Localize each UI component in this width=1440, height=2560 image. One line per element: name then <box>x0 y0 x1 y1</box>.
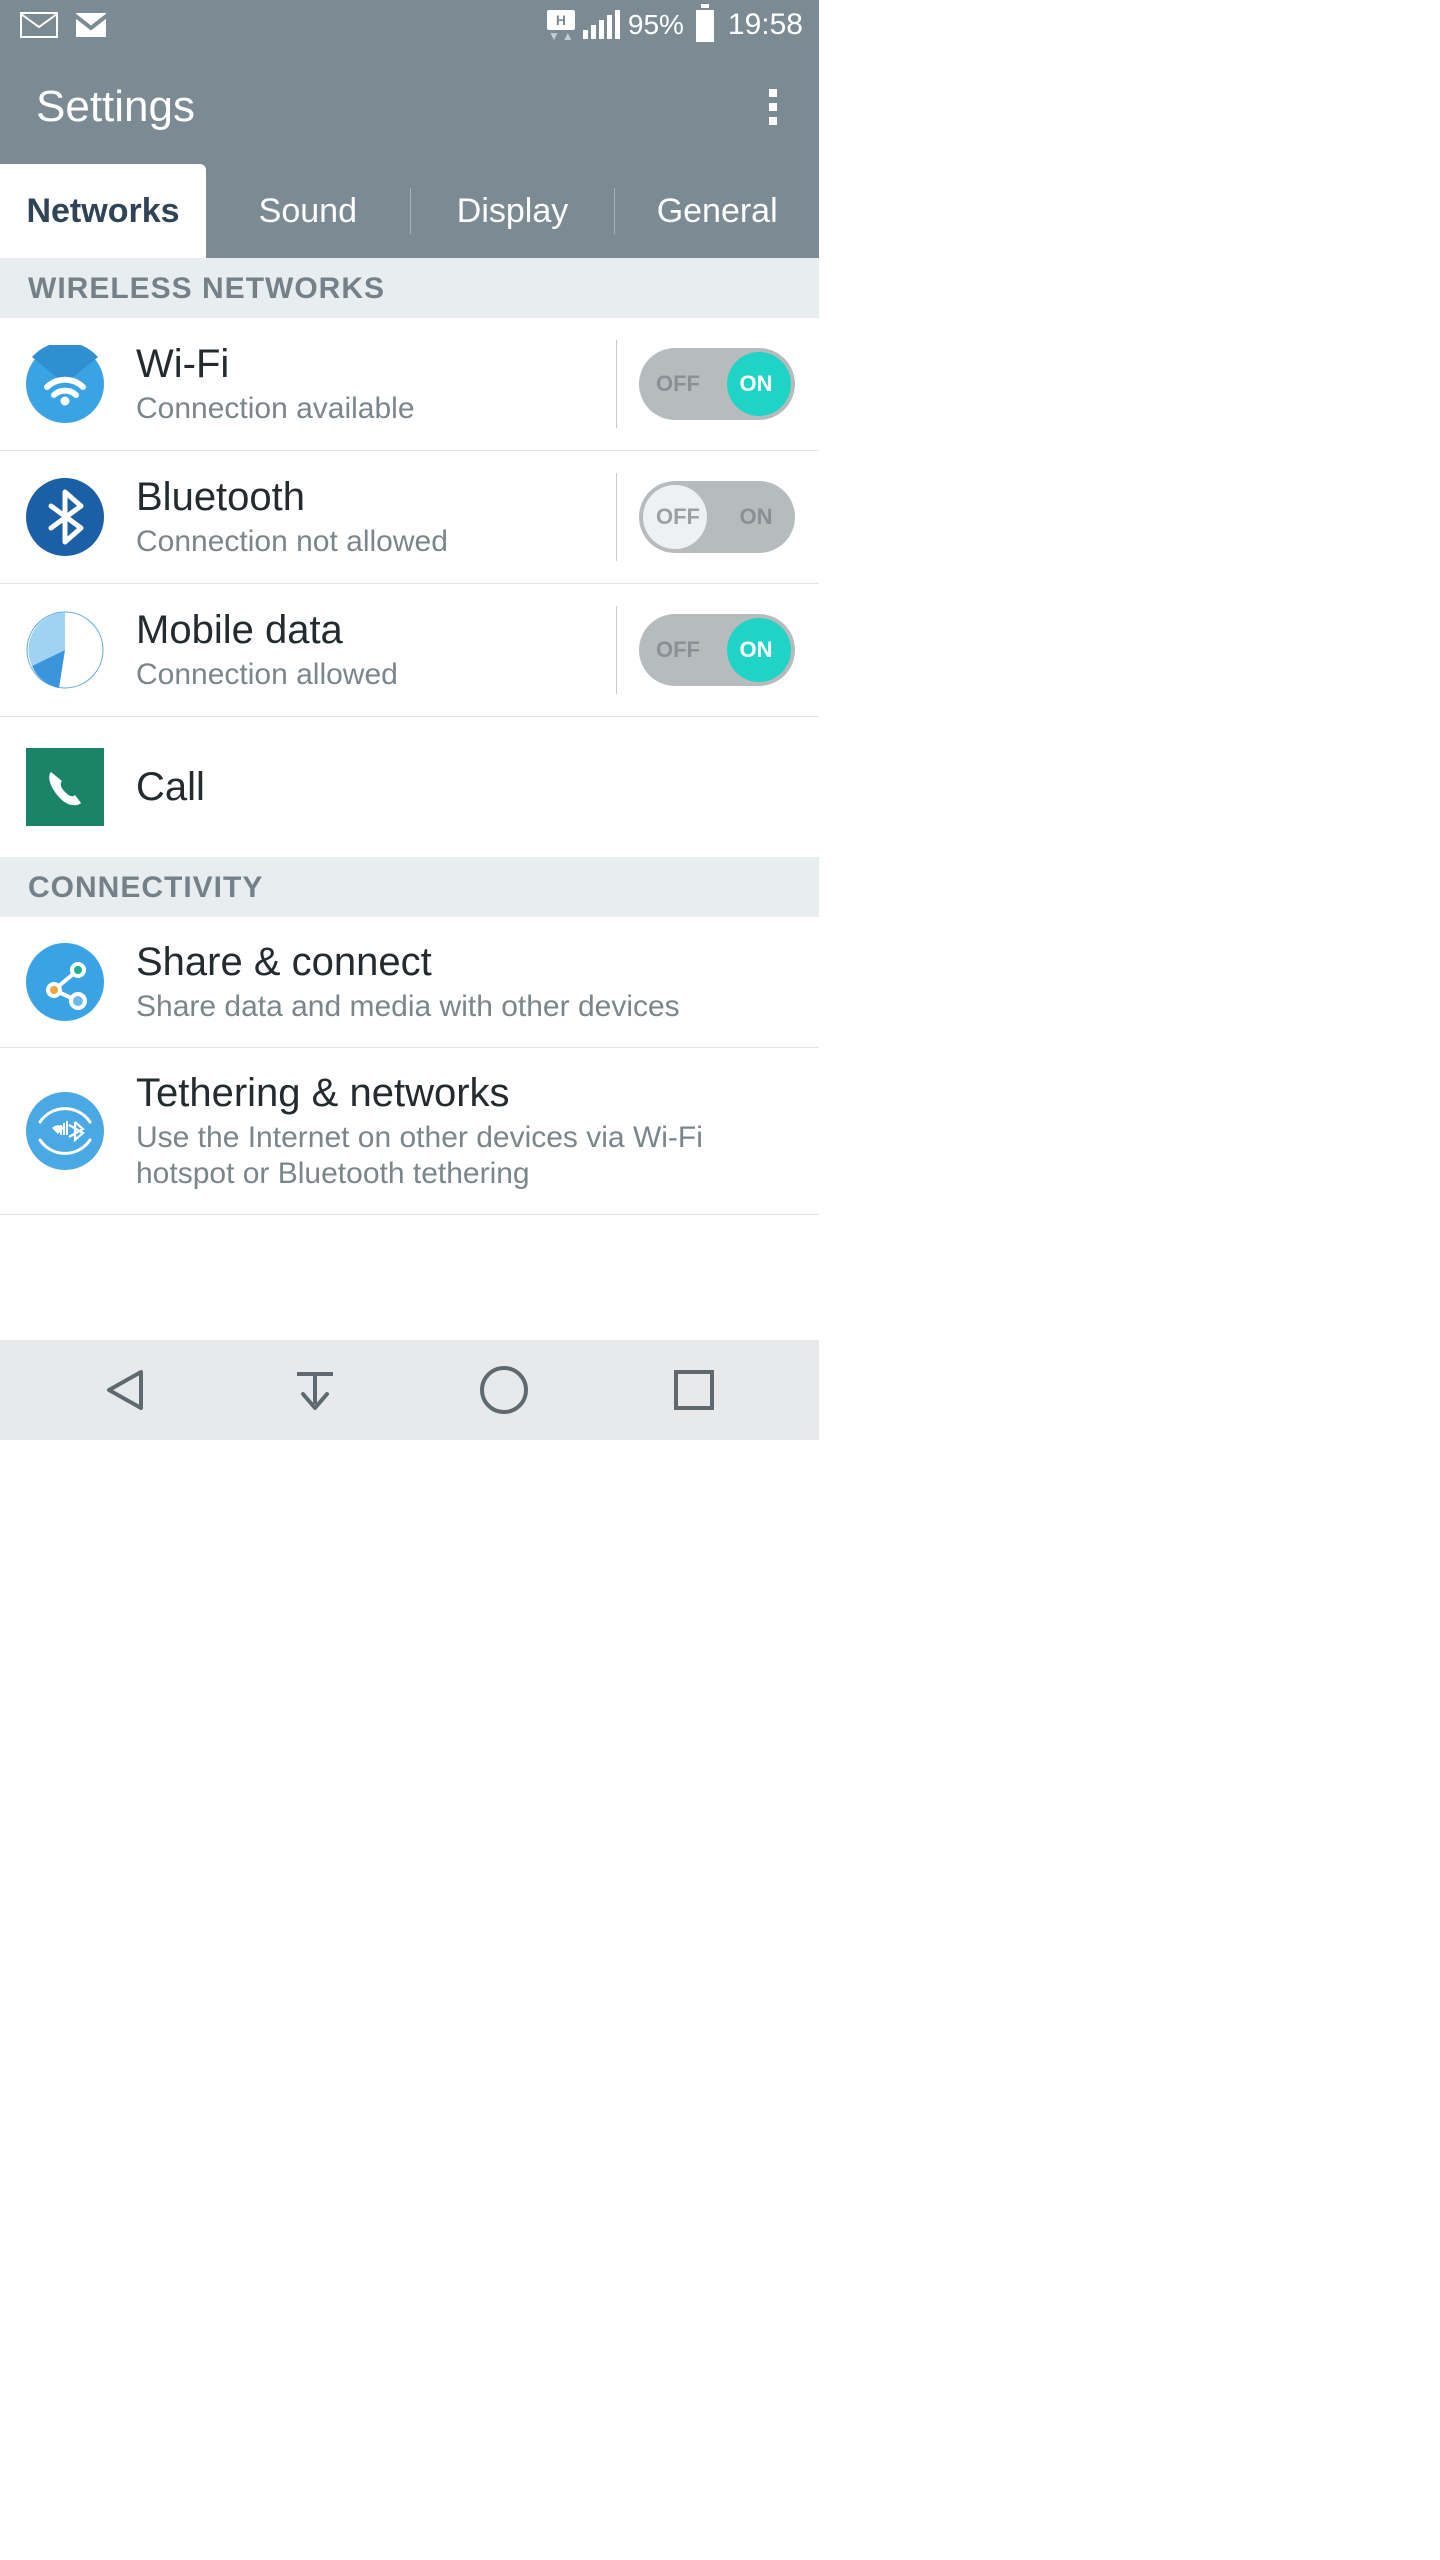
row-subtitle: Connection available <box>136 391 608 427</box>
row-subtitle: Connection allowed <box>136 657 608 693</box>
row-title: Share & connect <box>136 939 795 985</box>
mobile-data-toggle[interactable]: OFF ON <box>639 614 795 686</box>
nav-home-button[interactable] <box>464 1360 544 1420</box>
signal-icon <box>583 11 620 39</box>
call-icon <box>26 748 104 826</box>
status-bar: H ▼▲ 95% 19:58 <box>0 0 819 50</box>
toggle-on-label: ON <box>717 504 795 530</box>
network-type-indicator: H ▼▲ <box>547 10 575 41</box>
toggle-off-label: OFF <box>639 371 717 397</box>
settings-tabs: Networks Sound Display General <box>0 164 819 258</box>
row-subtitle: Connection not allowed <box>136 524 608 560</box>
row-tethering[interactable]: Tethering & networks Use the Internet on… <box>0 1048 819 1215</box>
tab-networks[interactable]: Networks <box>0 164 206 258</box>
clock: 19:58 <box>728 8 803 42</box>
row-mobile-data[interactable]: Mobile data Connection allowed OFF ON <box>0 584 819 717</box>
tethering-icon <box>26 1092 104 1170</box>
bluetooth-icon <box>26 478 104 556</box>
battery-icon <box>696 8 714 42</box>
mobile-data-icon <box>26 611 104 689</box>
row-title: Mobile data <box>136 607 608 653</box>
tab-label: Display <box>457 192 568 231</box>
tab-sound[interactable]: Sound <box>206 164 410 258</box>
spacer <box>0 1215 819 1263</box>
row-divider <box>616 473 617 561</box>
tab-label: Networks <box>26 192 179 231</box>
row-bluetooth[interactable]: Bluetooth Connection not allowed OFF ON <box>0 451 819 584</box>
toggle-off-label: OFF <box>639 504 717 530</box>
section-wireless-networks: WIRELESS NETWORKS <box>0 258 819 318</box>
mail-icon <box>20 12 58 38</box>
row-divider <box>616 340 617 428</box>
toggle-on-label: ON <box>717 637 795 663</box>
tab-label: Sound <box>259 192 357 231</box>
battery-percent: 95% <box>628 9 684 41</box>
nav-back-button[interactable] <box>85 1360 165 1420</box>
toggle-on-label: ON <box>717 371 795 397</box>
row-share-connect[interactable]: Share & connect Share data and media wit… <box>0 917 819 1048</box>
section-connectivity: CONNECTIVITY <box>0 857 819 917</box>
share-icon <box>26 943 104 1021</box>
bluetooth-toggle[interactable]: OFF ON <box>639 481 795 553</box>
row-subtitle: Use the Internet on other devices via Wi… <box>136 1120 795 1192</box>
tab-general[interactable]: General <box>615 164 819 258</box>
row-title: Call <box>136 764 795 810</box>
page-title: Settings <box>36 82 195 132</box>
nav-recent-button[interactable] <box>654 1360 734 1420</box>
overflow-menu-button[interactable] <box>761 81 785 133</box>
row-subtitle: Share data and media with other devices <box>136 989 795 1025</box>
row-divider <box>616 606 617 694</box>
tab-display[interactable]: Display <box>411 164 615 258</box>
row-title: Tethering & networks <box>136 1070 795 1116</box>
row-wifi[interactable]: Wi-Fi Connection available OFF ON <box>0 318 819 451</box>
nav-notifications-button[interactable] <box>275 1360 355 1420</box>
row-call[interactable]: Call <box>0 717 819 857</box>
gmail-icon <box>72 12 110 38</box>
row-title: Wi-Fi <box>136 341 608 387</box>
navigation-bar <box>0 1340 819 1440</box>
toggle-off-label: OFF <box>639 637 717 663</box>
app-header: Settings <box>0 50 819 164</box>
row-title: Bluetooth <box>136 474 608 520</box>
tab-label: General <box>657 192 778 231</box>
wifi-toggle[interactable]: OFF ON <box>639 348 795 420</box>
wifi-icon <box>26 345 104 423</box>
